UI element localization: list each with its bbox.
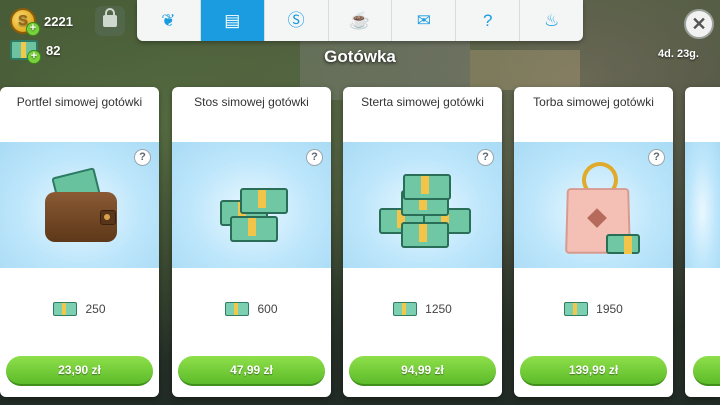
product-card-partial[interactable]	[685, 87, 720, 397]
tab-bookmark[interactable]: ❦	[137, 0, 201, 41]
amount-row: 250	[0, 302, 159, 316]
product-image: ?	[0, 142, 159, 268]
close-button[interactable]: ✕	[684, 9, 714, 39]
tab-special[interactable]: ♨	[520, 0, 583, 41]
buy-button[interactable]: 94,99 zł	[349, 356, 496, 386]
buy-button[interactable]: 47,99 zł	[178, 356, 325, 386]
tab-simoleons[interactable]: Ⓢ	[265, 0, 329, 41]
product-card-wallet[interactable]: Portfel simowej gotówki ? 250 23,90 zł	[0, 87, 159, 397]
product-image	[685, 142, 720, 268]
tab-food[interactable]: ☕	[329, 0, 393, 41]
cash-stack-icon	[401, 222, 449, 248]
product-card-stack[interactable]: Stos simowej gotówki ? 600 47,99 zł	[172, 87, 331, 397]
simcash-icon	[393, 302, 418, 316]
simcash-icon	[53, 302, 78, 316]
close-icon: ✕	[691, 13, 707, 34]
product-title: Torba simowej gotówki	[533, 95, 654, 109]
product-image: ?	[343, 142, 502, 268]
cash-stack-icon	[606, 234, 640, 254]
cash-amount: 1250	[425, 302, 452, 316]
buy-button[interactable]: 139,99 zł	[520, 356, 667, 386]
product-card-pile[interactable]: Sterta simowej gotówki ? 1250 94,99 zł	[343, 87, 502, 397]
store-tab-bar: ❦ ▤ Ⓢ ☕ ✉? ♨	[137, 0, 583, 41]
product-title: Stos simowej gotówki	[194, 95, 309, 109]
amount-row: 1950	[514, 302, 673, 316]
help-icon[interactable]: ?	[134, 149, 151, 166]
coins-counter[interactable]: + 2221	[10, 8, 73, 36]
section-title: Gotówka	[324, 47, 396, 66]
help-icon[interactable]: ?	[648, 149, 665, 166]
cupcake-icon: ☕	[349, 11, 371, 30]
amount-row: 1250	[343, 302, 502, 316]
cash-icon: ▤	[224, 11, 241, 30]
help-icon[interactable]: ?	[477, 149, 494, 166]
store-bag-button[interactable]	[95, 6, 125, 36]
product-title: Sterta simowej gotówki	[361, 95, 484, 109]
offer-timer: 4d. 23g.	[658, 48, 699, 60]
cash-amount: 250	[85, 302, 106, 316]
cash-amount: 1950	[596, 302, 623, 316]
buy-button[interactable]: 23,90 zł	[6, 356, 153, 386]
cash-stack-icon	[403, 174, 451, 200]
simoleon-coin-icon: +	[10, 8, 40, 36]
ticket-icon: ✉	[416, 11, 431, 30]
tab-tickets[interactable]: ✉	[392, 0, 457, 41]
product-title: Portfel simowej gotówki	[16, 95, 143, 109]
product-image: ?	[514, 142, 673, 268]
box-icon: ?	[482, 11, 493, 30]
add-coins-icon: +	[26, 22, 40, 36]
amount-row: 600	[172, 302, 331, 316]
tab-box[interactable]: ?	[456, 0, 521, 41]
cash-stack-icon	[240, 188, 288, 214]
simoleon-icon: Ⓢ	[287, 11, 305, 30]
product-card-bag[interactable]: Torba simowej gotówki ? 1950 139,99 zł	[514, 87, 673, 397]
cash-stack-icon	[230, 216, 278, 242]
tab-cash[interactable]: ▤	[200, 0, 265, 41]
help-icon[interactable]: ?	[306, 149, 323, 166]
bag-icon	[103, 8, 117, 27]
wallet-clasp-icon	[100, 210, 116, 225]
simcash-icon	[225, 302, 250, 316]
coins-value: 2221	[44, 13, 73, 29]
product-image: ?	[172, 142, 331, 268]
buy-button[interactable]	[693, 356, 720, 386]
flame-icon: ♨	[543, 11, 560, 30]
cash-amount: 600	[257, 302, 278, 316]
simcash-icon	[564, 302, 589, 316]
ribbon-icon: ❦	[161, 11, 176, 30]
